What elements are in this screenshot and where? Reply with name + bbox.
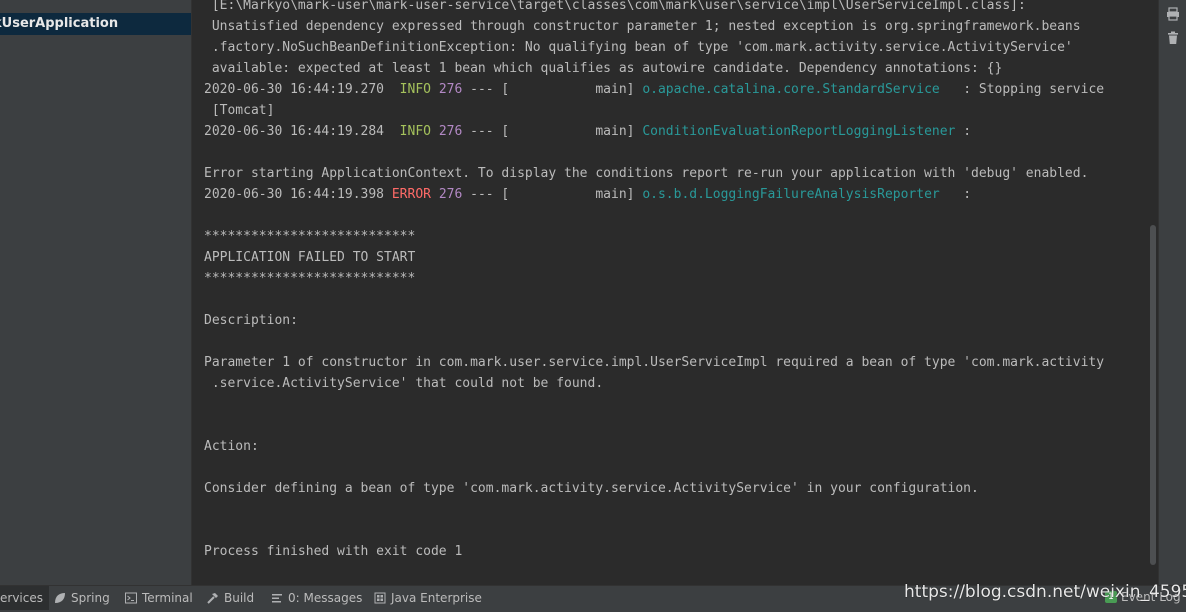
log-message: :	[955, 187, 972, 202]
log-level: INFO	[391, 124, 431, 139]
log-timestamp: 2020-06-30 16:44:19.270	[204, 82, 385, 97]
log-logger[interactable]: o.apache.catalina.core.StandardService	[642, 82, 955, 97]
log-thread: --- [ main]	[462, 124, 643, 139]
terminal-icon	[125, 592, 137, 604]
run-console[interactable]: [E:\Markyo\mark-user\mark-user-service\t…	[192, 0, 1157, 585]
log-timestamp: 2020-06-30 16:44:19.398	[204, 187, 385, 202]
tab-terminal[interactable]: Terminal	[125, 586, 193, 610]
console-line: 2020-06-30 16:44:19.270 INFO 276 --- [ m…	[204, 79, 1104, 100]
tab-label: Build	[224, 591, 255, 605]
log-logger[interactable]: o.s.b.d.LoggingFailureAnalysisReporter	[642, 187, 955, 202]
console-line: Parameter 1 of constructor in com.mark.u…	[204, 355, 1105, 370]
tab-label: ervices	[0, 591, 43, 605]
console-line: APPLICATION FAILED TO START	[204, 250, 416, 265]
tab-label: Java Enterprise	[391, 591, 482, 605]
console-output: [E:\Markyo\mark-user\mark-user-service\t…	[204, 0, 1104, 562]
log-message: :	[955, 124, 972, 139]
console-line: 2020-06-30 16:44:19.398 ERROR 276 --- [ …	[204, 184, 1104, 205]
console-line: Process finished with exit code 1	[204, 544, 463, 559]
log-pid: 276	[438, 82, 463, 97]
java-enterprise-icon	[374, 592, 386, 604]
log-pid: 276	[438, 187, 463, 202]
console-line: Error starting ApplicationContext. To di…	[204, 166, 1089, 181]
sidebar-item-user-application[interactable]: kUserApplication	[0, 13, 191, 35]
tab-label: Terminal	[142, 591, 193, 605]
log-level: INFO	[391, 82, 431, 97]
console-line: available: expected at least 1 bean whic…	[204, 61, 1003, 76]
trash-icon[interactable]	[1166, 31, 1180, 45]
tab-messages[interactable]: 0: Messages	[271, 586, 362, 610]
console-line: 2020-06-30 16:44:19.284 INFO 276 --- [ m…	[204, 121, 1104, 142]
log-thread: --- [ main]	[462, 82, 643, 97]
log-pid: 276	[438, 124, 463, 139]
spring-leaf-icon	[55, 593, 65, 603]
console-line: Action:	[204, 439, 259, 454]
tab-services[interactable]: ervices	[0, 586, 49, 610]
console-line: Unsatisfied dependency expressed through…	[204, 19, 1081, 34]
tab-java-enterprise[interactable]: Java Enterprise	[374, 586, 482, 610]
log-logger[interactable]: ConditionEvaluationReportLoggingListener	[642, 124, 955, 139]
hammer-icon	[207, 593, 218, 604]
log-message: : Stopping service	[955, 82, 1105, 97]
log-level: ERROR	[391, 187, 431, 202]
console-line: [E:\Markyo\mark-user\mark-user-service\t…	[204, 0, 1026, 13]
console-line: .service.ActivityService' that could not…	[204, 376, 604, 391]
tab-spring[interactable]: Spring	[54, 586, 110, 610]
watermark-text: https://blog.csdn.net/weixin_45952509	[904, 582, 1186, 602]
console-line: Consider defining a bean of type 'com.ma…	[204, 481, 979, 496]
console-line: .factory.NoSuchBeanDefinitionException: …	[204, 40, 1073, 55]
services-tree-panel: kUserApplication	[0, 0, 192, 585]
log-timestamp: 2020-06-30 16:44:19.284	[204, 124, 385, 139]
tab-label: Spring	[71, 591, 110, 605]
log-thread: --- [ main]	[462, 187, 643, 202]
console-line: [Tomcat]	[204, 103, 275, 118]
messages-icon	[272, 594, 282, 603]
print-icon[interactable]	[1166, 7, 1180, 21]
console-toolbar	[1158, 0, 1186, 585]
console-line: ***************************	[204, 229, 416, 244]
console-line: ***************************	[204, 271, 416, 286]
tab-label: 0: Messages	[288, 591, 363, 605]
console-line: Description:	[204, 313, 298, 328]
console-scrollbar[interactable]	[1150, 225, 1156, 565]
sidebar-item-label: kUserApplication	[0, 16, 119, 31]
tab-build[interactable]: Build	[207, 586, 254, 610]
